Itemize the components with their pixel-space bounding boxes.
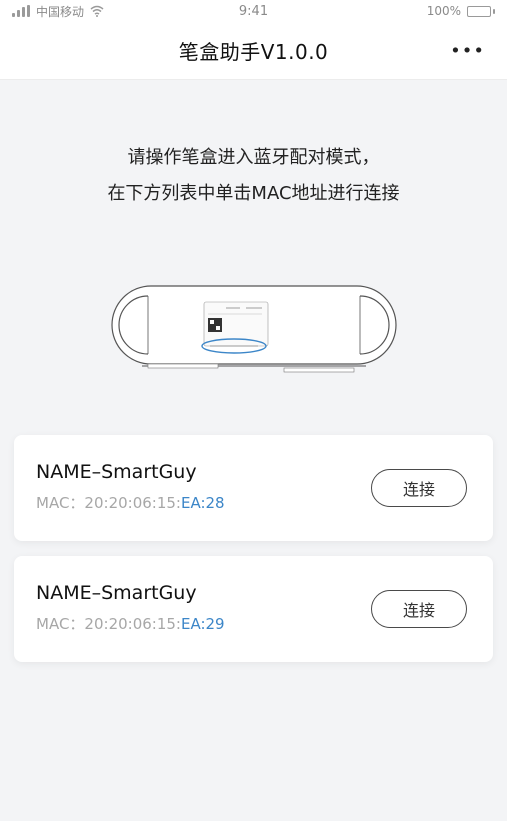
signal-icon — [12, 5, 30, 17]
page-title: 笔盒助手V1.0.0 — [178, 40, 329, 64]
status-right: 100% — [427, 4, 495, 18]
battery-icon — [467, 5, 495, 17]
nav-bar: 笔盒助手V1.0.0 ••• — [0, 22, 507, 80]
instruction-line-1: 请操作笔盒进入蓝牙配对模式， — [127, 147, 380, 168]
pairing-instructions: 请操作笔盒进入蓝牙配对模式， 在下方列表中单击MAC地址进行连接 — [0, 140, 507, 212]
battery-label: 100% — [426, 4, 461, 18]
mac-main: 20:20:06:15: — [84, 494, 181, 512]
mac-main: 20:20:06:15: — [84, 615, 181, 633]
mac-tail: EA:29 — [180, 615, 225, 633]
pen-box-illustration — [111, 285, 397, 373]
status-time: 9:41 — [238, 3, 269, 19]
connect-button[interactable]: 连接 — [371, 469, 467, 507]
carrier-label: 中国移动 — [36, 4, 85, 19]
status-bar: 中国移动 9:41 100% — [0, 0, 507, 22]
mac-prefix: MAC： — [36, 615, 85, 633]
more-button[interactable]: ••• — [450, 40, 485, 61]
status-left: 中国移动 — [12, 3, 104, 20]
device-list-item[interactable]: NAME–SmartGuy MAC：20:20:06:15:EA:29 连接 — [14, 556, 493, 662]
device-list-item[interactable]: NAME–SmartGuy MAC：20:20:06:15:EA:28 连接 — [14, 435, 493, 541]
mac-prefix: MAC： — [36, 494, 85, 512]
wifi-icon — [90, 5, 104, 17]
instruction-line-2: 在下方列表中单击MAC地址进行连接 — [107, 183, 400, 204]
connect-button[interactable]: 连接 — [371, 590, 467, 628]
mac-tail: EA:28 — [180, 494, 225, 512]
